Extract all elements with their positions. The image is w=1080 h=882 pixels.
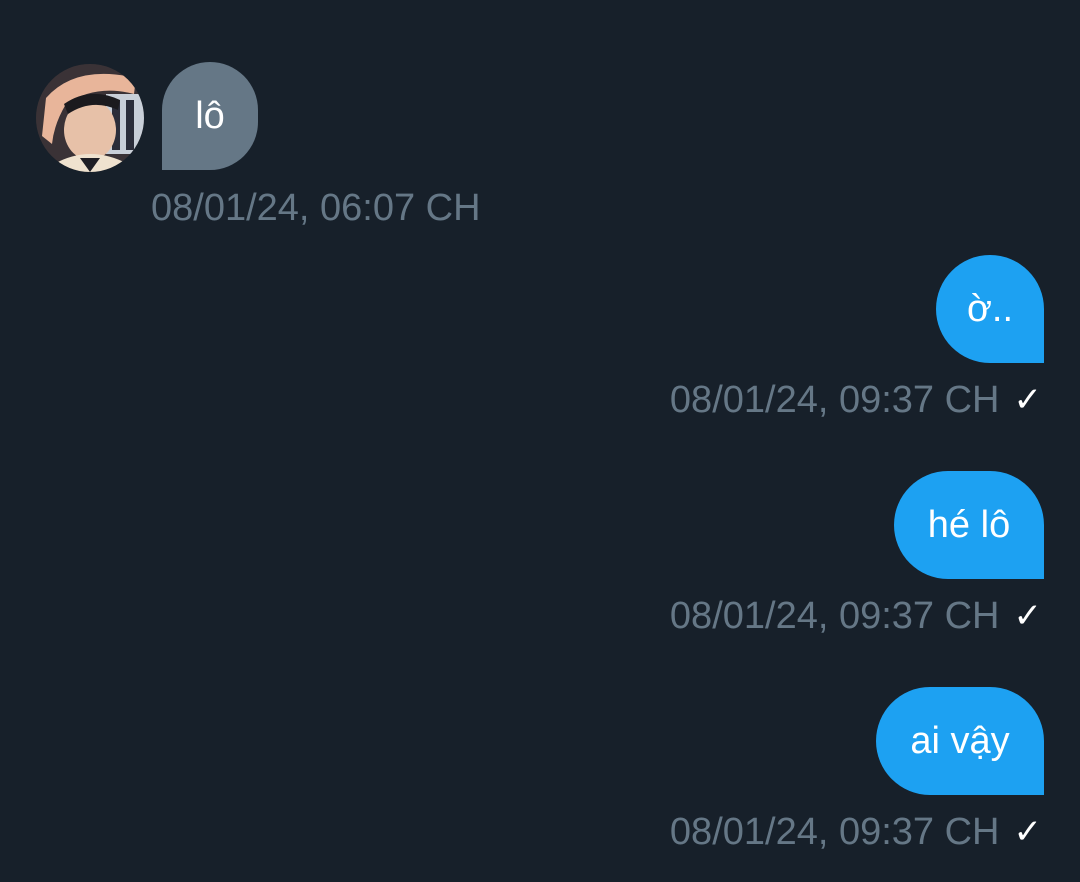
message-text: ờ..	[966, 287, 1014, 330]
avatar-image	[36, 64, 144, 172]
message-text: lô	[195, 94, 225, 137]
message-meta: 08/01/24, 09:37 CH ✓	[670, 594, 1042, 638]
outgoing-message-bubble[interactable]: hé lô	[894, 471, 1044, 579]
check-icon: ✓	[1013, 597, 1043, 635]
chat-thread: lô 08/01/24, 06:07 CH ờ.. 08/01/24, 09:3…	[0, 0, 1080, 882]
outgoing-message-bubble[interactable]: ai vậy	[876, 687, 1044, 795]
incoming-message-bubble[interactable]: lô	[162, 62, 258, 170]
message-text: ai vậy	[910, 719, 1010, 762]
check-icon: ✓	[1013, 381, 1043, 419]
sender-avatar[interactable]	[36, 64, 144, 172]
message-timestamp: 08/01/24, 09:37 CH	[669, 379, 1000, 421]
message-timestamp: 08/01/24, 09:37 CH	[669, 811, 1000, 853]
message-meta: 08/01/24, 09:37 CH ✓	[670, 378, 1042, 422]
check-icon: ✓	[1013, 813, 1043, 851]
message-timestamp: 08/01/24, 06:07 CH	[151, 187, 481, 229]
message-text: hé lô	[927, 503, 1011, 546]
message-timestamp: 08/01/24, 09:37 CH	[669, 595, 1000, 637]
outgoing-message-bubble[interactable]: ờ..	[936, 255, 1044, 363]
message-meta: 08/01/24, 09:37 CH ✓	[670, 810, 1042, 854]
